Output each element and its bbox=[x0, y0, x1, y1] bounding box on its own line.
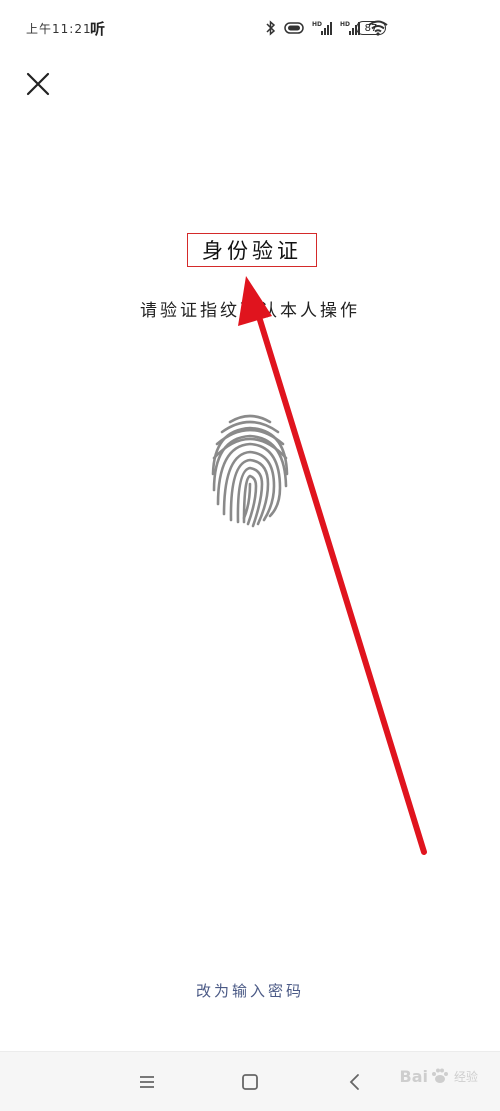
vibrate-icon bbox=[284, 21, 304, 35]
close-icon bbox=[26, 72, 50, 96]
back-button[interactable] bbox=[343, 1070, 367, 1094]
fingerprint-sensor[interactable] bbox=[208, 408, 292, 530]
home-button[interactable] bbox=[238, 1070, 262, 1094]
navigation-bar: Bai 经验 bbox=[0, 1051, 500, 1111]
status-app-glyph: 听 bbox=[90, 20, 106, 38]
paw-icon bbox=[431, 1068, 448, 1083]
home-icon bbox=[242, 1074, 258, 1090]
close-button[interactable] bbox=[22, 68, 54, 100]
title-highlight-box: 身份验证 bbox=[187, 233, 317, 267]
menu-button[interactable] bbox=[135, 1070, 159, 1094]
instruction-text: 请验证指纹确认本人操作 bbox=[140, 301, 360, 321]
bluetooth-icon bbox=[266, 20, 276, 36]
annotation-arrow bbox=[238, 276, 427, 855]
status-bar: 上午11:21 听 HD HD 87 bbox=[0, 0, 500, 58]
battery-icon: 87 bbox=[356, 21, 386, 35]
page-title: 身份验证 bbox=[202, 239, 302, 263]
hd-signal-icon: HD bbox=[312, 20, 332, 36]
svg-text:HD: HD bbox=[312, 21, 322, 28]
menu-icon bbox=[140, 1076, 154, 1088]
svg-text:HD: HD bbox=[340, 21, 350, 28]
switch-to-password-link[interactable]: 改为输入密码 bbox=[0, 980, 500, 1001]
back-icon bbox=[349, 1074, 359, 1090]
fingerprint-icon bbox=[211, 414, 289, 528]
status-time: 上午11:21 bbox=[26, 22, 92, 36]
watermark-text: Bai bbox=[399, 1066, 428, 1086]
watermark-logo: Bai 经验 bbox=[400, 1066, 479, 1086]
watermark-suffix: 经验 bbox=[453, 1069, 478, 1084]
